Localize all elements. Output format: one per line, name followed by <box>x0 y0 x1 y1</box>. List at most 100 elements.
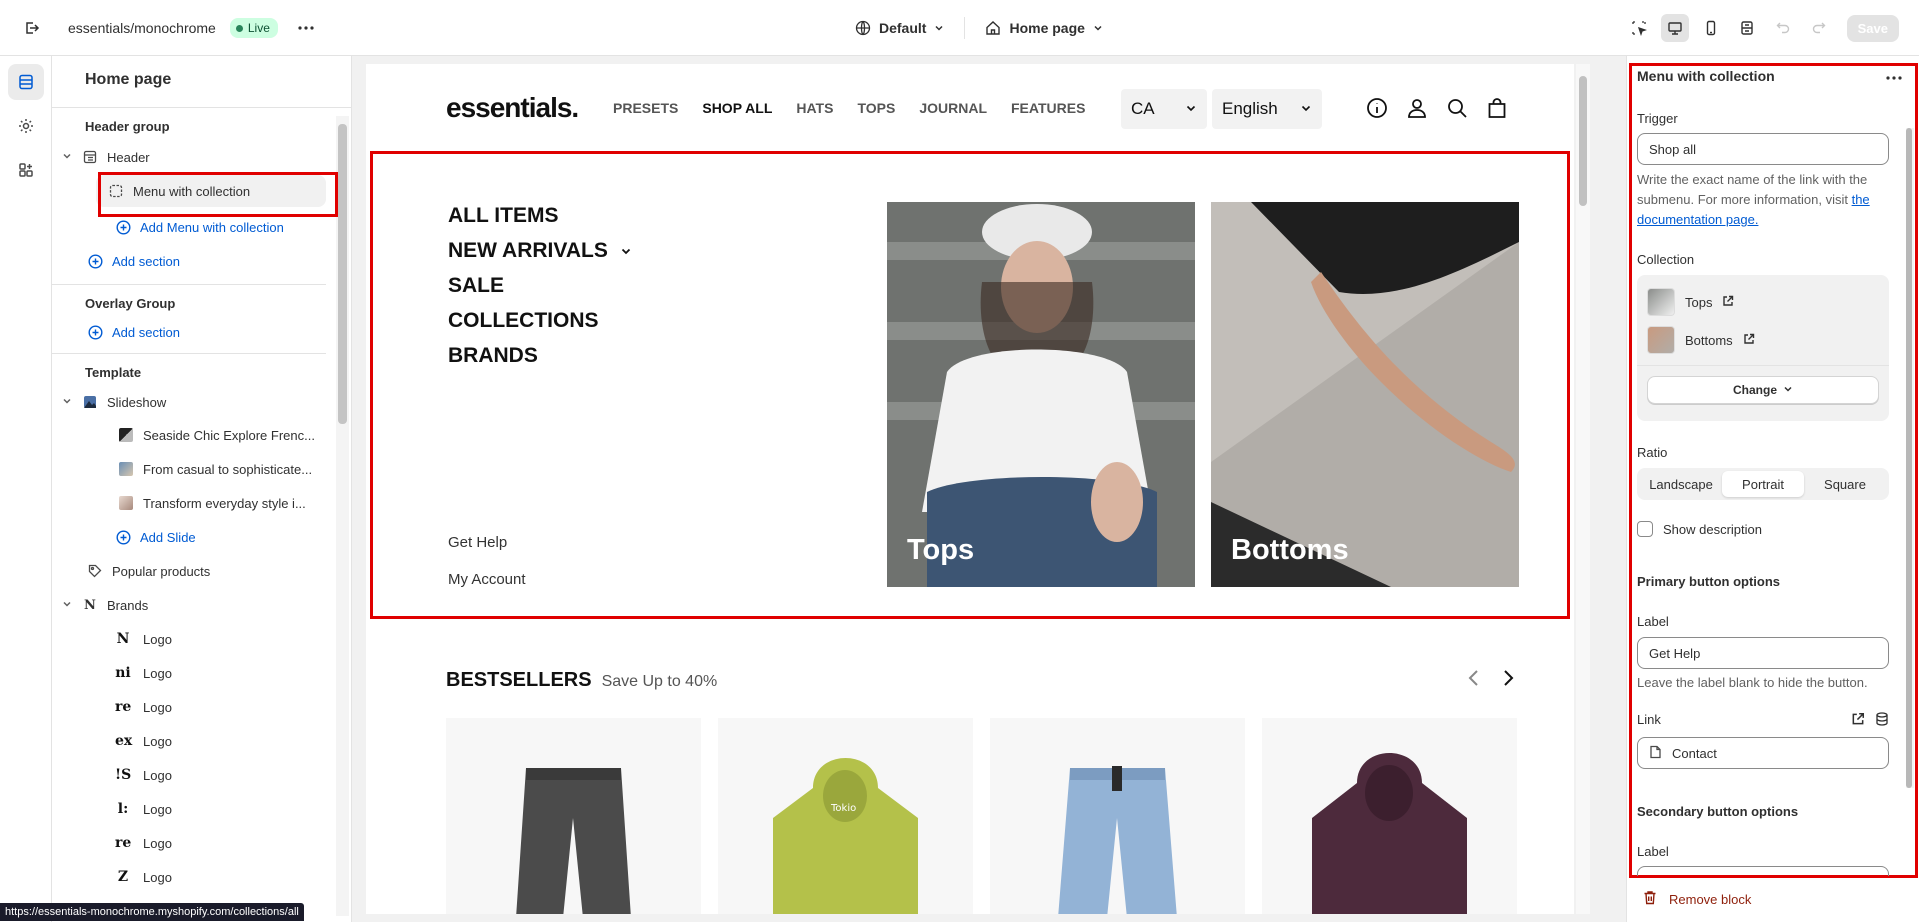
external-link-icon[interactable] <box>1851 712 1865 729</box>
account-icon[interactable] <box>1406 97 1428 122</box>
exit-icon[interactable] <box>18 14 46 42</box>
nav-item-presets[interactable]: PRESETS <box>613 100 678 116</box>
mega-menu-item[interactable]: COLLECTIONS <box>448 309 632 333</box>
nav-item-hats[interactable]: HATS <box>796 100 833 116</box>
chevron-down-icon <box>1185 99 1197 119</box>
language-select[interactable]: English <box>1212 89 1322 129</box>
add-slide-button[interactable]: Add Slide <box>52 520 336 554</box>
mega-menu-item[interactable]: BRANDS <box>448 344 632 368</box>
mega-menu-item-label: COLLECTIONS <box>448 309 599 332</box>
nav-item-journal[interactable]: JOURNAL <box>919 100 987 116</box>
my-account-link[interactable]: My Account <box>448 571 526 588</box>
collection-label: Collection <box>1637 252 1695 267</box>
product-card[interactable] <box>446 718 701 914</box>
status-url: https://essentials-monochrome.myshopify.… <box>0 903 304 921</box>
ratio-option-landscape[interactable]: Landscape <box>1640 471 1722 497</box>
collection-card-tops[interactable]: Tops <box>887 202 1195 587</box>
header-group-label: Header group <box>85 119 170 134</box>
sidebar-item-slide[interactable]: Transform everyday style i... <box>52 486 336 520</box>
sidebar-item-logo[interactable]: ni Logo <box>52 656 336 690</box>
apps-icon[interactable] <box>8 152 44 188</box>
sidebar-item-logo[interactable]: N Logo <box>52 622 336 656</box>
show-description-label: Show description <box>1663 521 1762 537</box>
sidebar-item-popular-products[interactable]: Popular products <box>52 554 336 588</box>
sidebar-item-logo[interactable]: re Logo <box>52 826 336 860</box>
sidebar-item-slide[interactable]: From casual to sophisticate... <box>52 452 336 486</box>
add-section-button[interactable]: Add section <box>52 317 336 347</box>
ratio-option-portrait[interactable]: Portrait <box>1722 471 1804 497</box>
secondary-label-input[interactable] <box>1637 866 1889 876</box>
sidebar-item-logo[interactable]: Z Logo <box>52 860 336 894</box>
sidebar-item-brands[interactable]: N Brands <box>52 588 336 622</box>
mega-menu-item[interactable]: SALE <box>448 274 632 298</box>
chevron-down-icon[interactable] <box>62 599 74 612</box>
settings-scrollbar[interactable] <box>1906 128 1914 788</box>
preview-scrollbar[interactable] <box>1576 64 1590 914</box>
mobile-view-icon[interactable] <box>1697 14 1725 42</box>
nav-item-features[interactable]: FEATURES <box>1011 100 1085 116</box>
chevron-right-icon[interactable] <box>1500 668 1516 694</box>
brand-logo-icon: N <box>116 631 130 647</box>
more-options-icon[interactable] <box>1886 68 1902 84</box>
ratio-option-square[interactable]: Square <box>1804 471 1886 497</box>
settings-scrollbar-thumb[interactable] <box>1906 128 1912 788</box>
more-options-icon[interactable] <box>292 14 320 42</box>
inspector-icon[interactable] <box>1625 14 1653 42</box>
product-card[interactable]: Tokio <box>718 718 973 914</box>
chevron-left-icon[interactable] <box>1466 668 1482 694</box>
add-menu-with-collection-button[interactable]: Add Menu with collection <box>52 210 336 244</box>
search-icon[interactable] <box>1446 97 1468 122</box>
dynamic-source-icon[interactable] <box>1875 712 1889 729</box>
page-select[interactable]: Home page <box>985 20 1102 36</box>
theme-settings-icon[interactable] <box>8 108 44 144</box>
country-select[interactable]: CA <box>1121 89 1207 129</box>
brand-logo-icon: l: <box>117 801 129 817</box>
link-label: Link <box>1637 712 1661 727</box>
external-link-icon[interactable] <box>1743 333 1755 348</box>
product-card[interactable] <box>1262 718 1517 914</box>
sidebar-item-slideshow[interactable]: Slideshow <box>52 386 336 418</box>
sidebar-item-logo[interactable]: !S Logo <box>52 758 336 792</box>
sidebar-item-header[interactable]: Header <box>52 140 336 174</box>
desktop-view-icon[interactable] <box>1660 14 1689 42</box>
save-button[interactable]: Save <box>1846 14 1899 42</box>
chevron-down-icon[interactable] <box>62 151 74 164</box>
remove-block-button[interactable]: Remove block <box>1643 890 1751 908</box>
sections-icon[interactable] <box>8 64 44 100</box>
undo-icon[interactable] <box>1769 14 1797 42</box>
mega-menu-item[interactable]: NEW ARRIVALS <box>448 239 632 263</box>
nav-item-tops[interactable]: TOPS <box>857 100 895 116</box>
fullwidth-view-icon[interactable] <box>1733 14 1761 42</box>
primary-label-input[interactable]: Get Help <box>1637 637 1889 669</box>
collection-card-bottoms[interactable]: Bottoms <box>1211 202 1519 587</box>
collection-item-tops[interactable]: Tops <box>1647 283 1879 321</box>
change-button-label: Change <box>1732 383 1777 397</box>
collection-item-bottoms[interactable]: Bottoms <box>1647 321 1879 359</box>
sidebar-item-slide[interactable]: Seaside Chic Explore Frenc... <box>52 418 336 452</box>
nav-item-shop-all[interactable]: SHOP ALL <box>702 100 772 116</box>
sidebar-item-logo[interactable]: l: Logo <box>52 792 336 826</box>
sidebar-item-logo[interactable]: re Logo <box>52 690 336 724</box>
sidebar-scrollbar-thumb[interactable] <box>338 124 347 424</box>
slideshow-icon <box>82 394 98 410</box>
mega-menu-item[interactable]: ALL ITEMS <box>448 204 632 228</box>
redo-icon[interactable] <box>1805 14 1833 42</box>
sidebar-item-logo[interactable]: ex Logo <box>52 724 336 758</box>
cart-icon[interactable] <box>1486 97 1508 122</box>
preview-scrollbar-thumb[interactable] <box>1579 76 1587 206</box>
store-logo[interactable]: essentials. <box>446 92 579 124</box>
trigger-input[interactable]: Shop all <box>1637 133 1889 165</box>
theme-select[interactable]: Default <box>855 20 944 36</box>
help-links: Get Help My Account <box>448 534 526 588</box>
sidebar-item-label: Logo <box>143 767 172 783</box>
info-icon[interactable] <box>1366 97 1388 122</box>
add-section-button[interactable]: Add section <box>52 244 336 278</box>
change-collection-button[interactable]: Change <box>1647 376 1879 404</box>
external-link-icon[interactable] <box>1722 295 1734 310</box>
product-card[interactable] <box>990 718 1245 914</box>
chevron-down-icon[interactable] <box>62 396 74 409</box>
show-description-checkbox[interactable] <box>1637 521 1653 537</box>
link-input[interactable]: Contact <box>1637 737 1889 769</box>
get-help-link[interactable]: Get Help <box>448 534 526 551</box>
sidebar-scrollbar[interactable] <box>336 116 349 916</box>
